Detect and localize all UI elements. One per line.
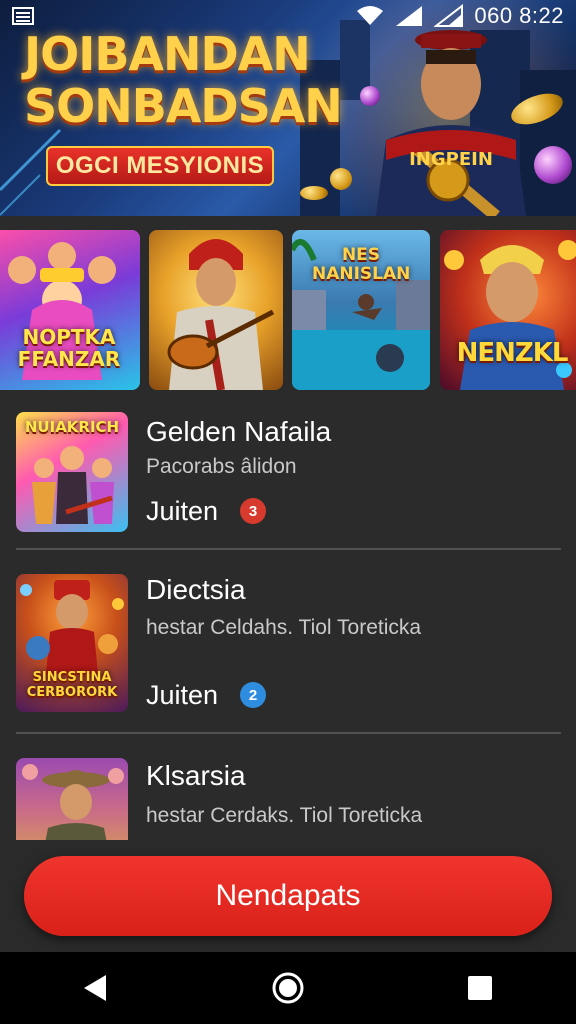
banner-title: JOIBANDAN SONBADSAN [24,27,343,133]
game-subtitle: hestar Cerdaks. Tiol Toreticka [146,804,423,827]
back-button[interactable] [66,958,126,1018]
cta-area: Nendapats [0,840,576,952]
status-bar: 060 8:22 [0,0,576,32]
list-item[interactable]: Klsarsia hestar Cerdaks. Tiol Toreticka [0,746,576,840]
game-list[interactable]: NUIAKRICH Gelden Nafaila Pacorabs âlidon… [0,400,576,840]
recents-icon [468,976,492,1000]
thumbnail-title: SINCSTINA CERBORORK [26,670,118,700]
divider [16,548,561,550]
game-thumbnail[interactable]: SINCSTINA CERBORORK [16,574,128,712]
home-button[interactable] [258,958,318,1018]
featured-game-card[interactable] [149,230,283,390]
banner-title-line1: JOIBANDAN [24,27,311,81]
back-icon [84,975,106,1001]
featured-game-card[interactable]: NES NANISLAN [292,230,430,390]
signal-icon [396,6,423,26]
featured-game-card[interactable]: NOPTKA FFANZAR [0,230,140,390]
featured-game-card[interactable]: NENZKL [440,230,576,390]
game-title: Diectsia [146,574,246,605]
navigation-bar [0,952,576,1024]
notification-icon [12,7,34,25]
game-subtitle: hestar Celdahs. Tiol Toreticka [146,616,422,639]
notification-badge: 2 [240,682,266,708]
banner-hero-character: INGPEIN [366,30,536,216]
game-tag: Juiten [146,680,219,710]
coin-icon [300,186,328,200]
game-title: Klsarsia [146,760,246,791]
banner-title-line2: SONBADSAN [24,79,343,133]
featured-games-row[interactable]: NOPTKA FFANZAR NES NANISLAN NENZKL [0,230,576,390]
home-icon [272,972,304,1004]
featured-game-title: NENZKL [456,338,569,368]
hero-shirt-text: INGPEIN [409,149,493,170]
thumbnail-title: NUIAKRICH [24,418,120,436]
status-time: 060 8:22 [474,3,564,28]
banner-badge: OGCI MESYIONIS [46,146,274,186]
game-subtitle: Pacorabs âlidon [146,455,297,478]
game-thumbnail[interactable]: NUIAKRICH [16,412,128,532]
guitarist-art [167,239,275,390]
coin-icon [330,168,352,190]
battery-icon [434,4,464,27]
hero-banner[interactable]: INGPEIN JOIBANDAN SONBADSAN OGCI MESYION… [0,0,576,216]
cta-button[interactable]: Nendapats [24,856,552,936]
featured-game-title: NES NANISLAN [312,245,411,284]
divider [16,732,561,734]
recents-button[interactable] [450,958,510,1018]
game-thumbnail[interactable] [16,758,128,840]
thumbnail-art [22,764,124,840]
game-tag: Juiten [146,496,219,526]
orb-icon [534,146,572,184]
wifi-icon [357,6,384,25]
featured-game-title: NOPTKA FFANZAR [17,325,121,371]
notification-badge: 3 [240,498,266,524]
list-item[interactable]: NUIAKRICH Gelden Nafaila Pacorabs âlidon… [0,400,576,560]
list-item[interactable]: SINCSTINA CERBORORK Diectsia hestar Celd… [0,562,576,734]
game-title: Gelden Nafaila [146,416,332,447]
